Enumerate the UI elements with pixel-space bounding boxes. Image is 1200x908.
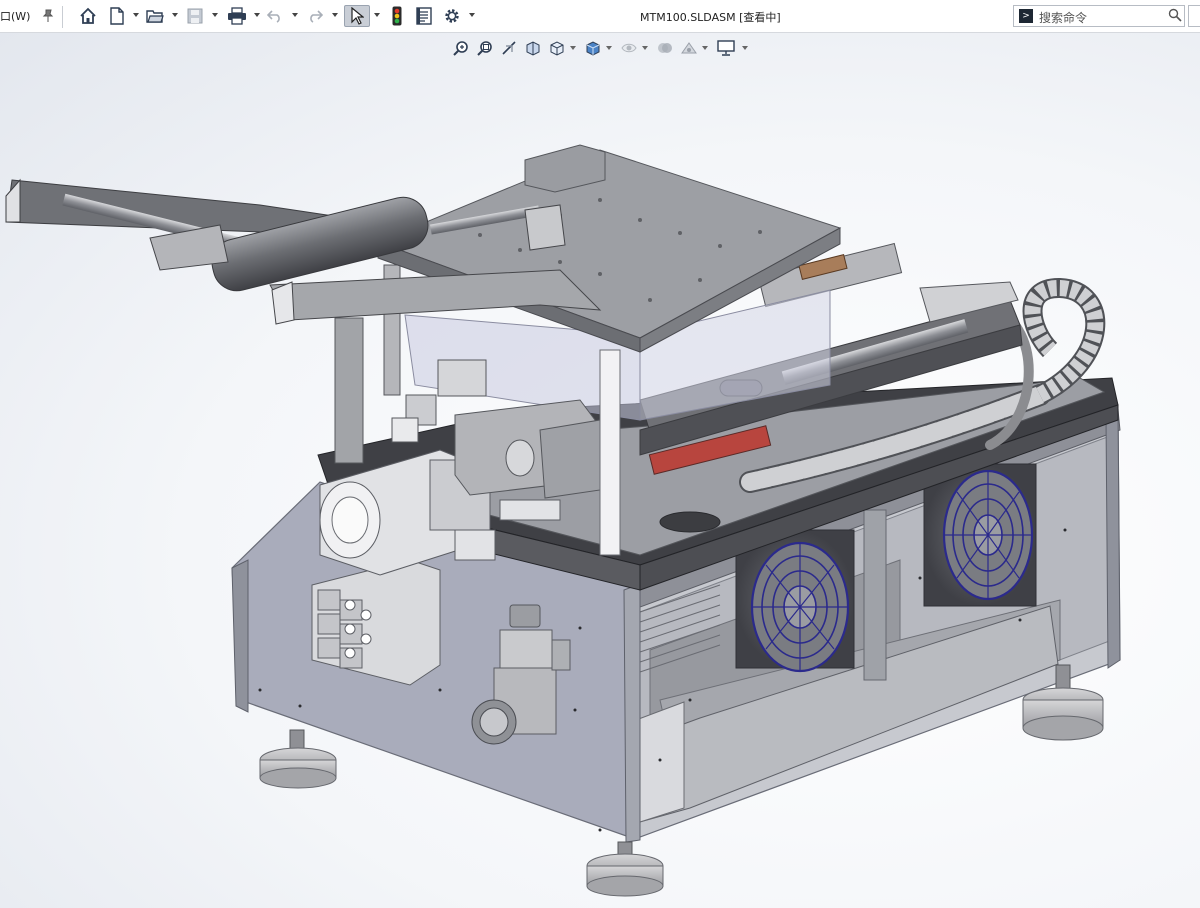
home-icon[interactable] — [78, 5, 98, 27]
options-gear-icon[interactable] — [442, 5, 462, 27]
graphics-viewport[interactable] — [0, 33, 1200, 908]
rebuild-traffic-light-icon[interactable] — [390, 5, 404, 27]
open-icon[interactable] — [145, 5, 165, 27]
file-properties-icon[interactable] — [414, 5, 434, 27]
hide-show-items-icon[interactable] — [620, 38, 638, 58]
open-dropdown[interactable] — [172, 13, 178, 17]
hide-show-dropdown[interactable] — [642, 46, 648, 50]
view-settings-icon[interactable] — [716, 38, 736, 58]
view-settings-dropdown[interactable] — [742, 46, 748, 50]
display-style-icon[interactable] — [584, 38, 602, 58]
zoom-to-fit-icon[interactable] — [452, 38, 470, 58]
help-button-edge[interactable] — [1188, 5, 1200, 27]
select-cursor-icon[interactable] — [344, 5, 370, 27]
assembly-model-view[interactable] — [0, 33, 1200, 908]
save-icon[interactable] — [186, 5, 204, 27]
document-title: MTM100.SLDASM [查看中] — [640, 11, 781, 24]
search-commands-field[interactable]: > 搜索命令 — [1013, 5, 1185, 27]
cooling-fan-right — [923, 463, 1037, 607]
vertical-post — [599, 349, 621, 556]
cooling-fan-left — [735, 529, 855, 673]
title-toolbar: 口(W) MTM100.SLDASM [查看中] > 搜索命令 — [0, 0, 1200, 33]
new-dropdown[interactable] — [133, 13, 139, 17]
redo-icon[interactable] — [306, 5, 324, 27]
view-orientation-icon[interactable] — [548, 38, 566, 58]
new-document-icon[interactable] — [108, 5, 126, 27]
command-prompt-icon: > — [1019, 9, 1033, 23]
select-dropdown[interactable] — [374, 13, 380, 17]
apply-scene-dropdown[interactable] — [702, 46, 708, 50]
print-icon[interactable] — [226, 5, 248, 27]
save-dropdown[interactable] — [212, 13, 218, 17]
display-style-dropdown[interactable] — [606, 46, 612, 50]
options-dropdown[interactable] — [469, 13, 475, 17]
window-menu-fragment[interactable]: 口(W) — [0, 9, 30, 23]
print-dropdown[interactable] — [254, 13, 260, 17]
apply-scene-icon[interactable] — [680, 38, 698, 58]
search-input[interactable]: 搜索命令 — [1039, 9, 1087, 26]
edit-appearance-icon[interactable] — [656, 38, 674, 58]
redo-dropdown[interactable] — [332, 13, 338, 17]
undo-dropdown[interactable] — [292, 13, 298, 17]
previous-view-icon[interactable] — [500, 38, 518, 58]
leveling-foot-front — [586, 841, 664, 897]
view-orientation-dropdown[interactable] — [570, 46, 576, 50]
undo-icon[interactable] — [266, 5, 284, 27]
pin-icon[interactable] — [40, 5, 56, 27]
leveling-foot-left — [259, 729, 337, 789]
search-icon[interactable] — [1168, 8, 1182, 25]
section-view-icon[interactable] — [524, 38, 542, 58]
zoom-to-area-icon[interactable] — [476, 38, 494, 58]
